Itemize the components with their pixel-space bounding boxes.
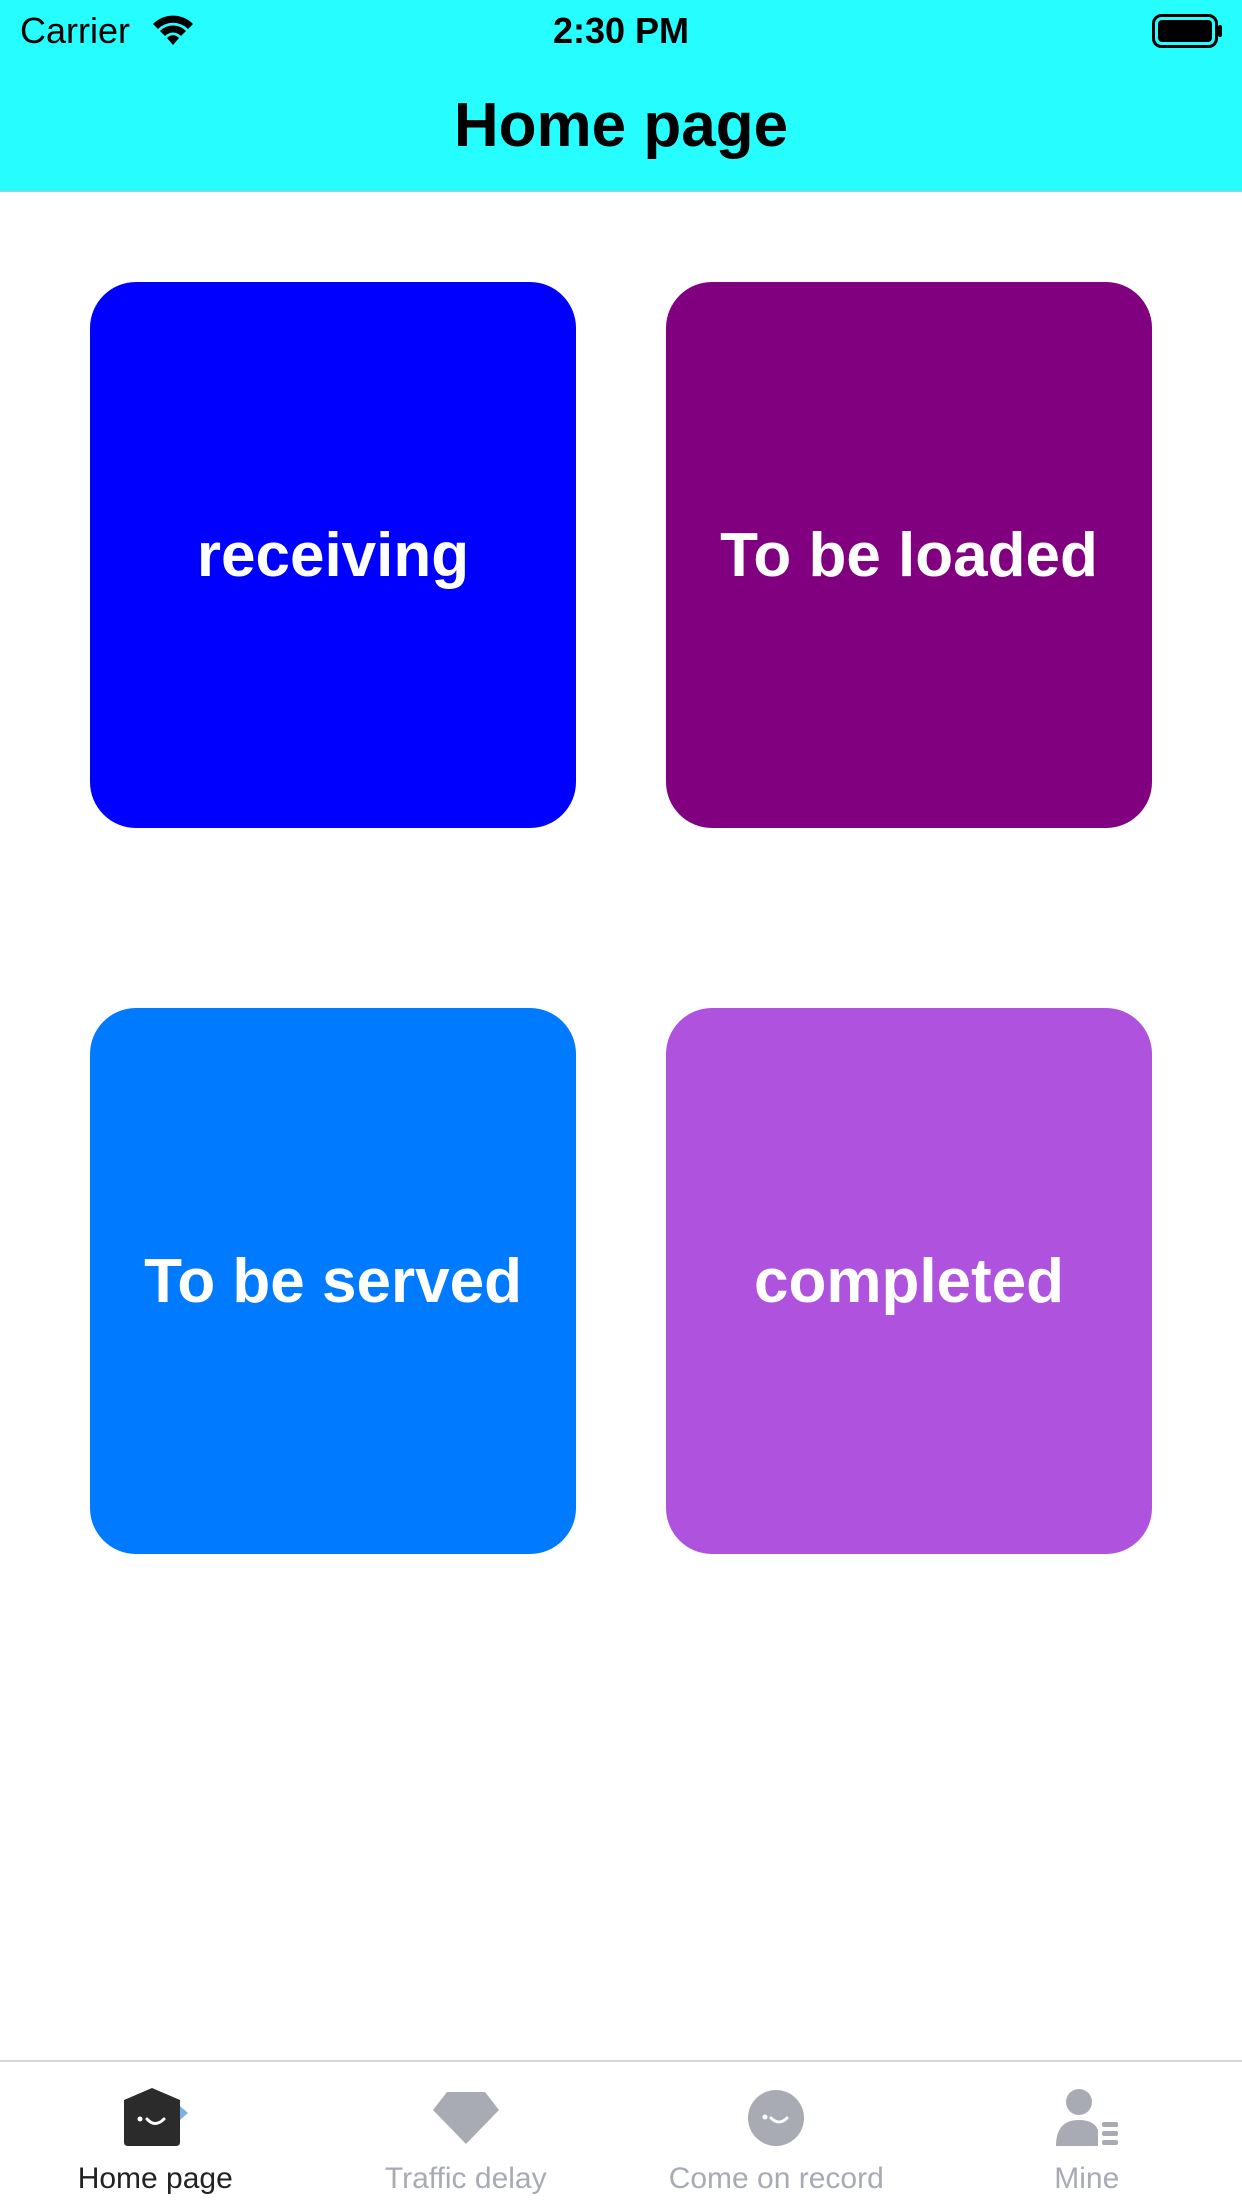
header: Carrier 2:30 PM Home page [0, 0, 1242, 192]
battery-icon [1152, 14, 1222, 48]
user-list-icon [1055, 2089, 1118, 2146]
tab-label: Mine [1054, 2162, 1120, 2195]
tile-completed[interactable]: completed [666, 1008, 1152, 1554]
tile-label: To be loaded [720, 520, 1098, 590]
tab-bar: Home page Traffic delay Come on record M… [0, 2060, 1242, 2208]
tab-label: Traffic delay [384, 2162, 547, 2195]
status-bar: Carrier 2:30 PM [0, 0, 1242, 62]
diamond-icon [432, 2092, 499, 2144]
home-icon [124, 2088, 189, 2146]
tile-receiving[interactable]: receiving [90, 282, 576, 828]
tile-to-be-served[interactable]: To be served [90, 1008, 576, 1554]
tab-traffic-delay[interactable]: Traffic delay [311, 2062, 622, 2208]
smile-face-icon [748, 2090, 805, 2146]
tab-label: Home page [77, 2162, 233, 2195]
tab-come-on-record[interactable]: Come on record [621, 2062, 932, 2208]
app-screen: Carrier 2:30 PM Home page receiving To b… [0, 0, 1242, 2208]
tab-mine[interactable]: Mine [932, 2062, 1242, 2208]
page-title: Home page [453, 91, 789, 160]
tab-label: Come on record [668, 2162, 884, 2195]
tile-label: completed [753, 1246, 1065, 1316]
tab-home[interactable]: Home page [0, 2062, 311, 2208]
status-time: 2:30 PM [552, 10, 690, 51]
tile-label: receiving [196, 520, 470, 590]
tile-to-be-loaded[interactable]: To be loaded [666, 282, 1152, 828]
tile-label: To be served [144, 1246, 522, 1316]
